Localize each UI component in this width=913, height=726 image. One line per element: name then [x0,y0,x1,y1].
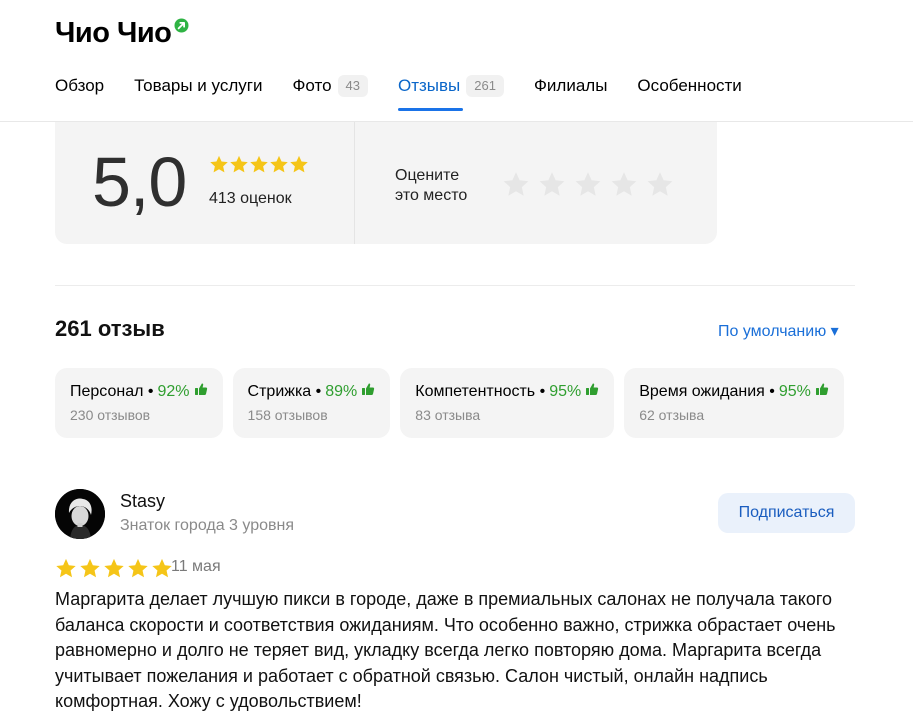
aspect-review-count: 230 отзывов [70,407,151,423]
star-empty-icon[interactable] [574,171,602,203]
rate-prompt: Оцените это место [395,166,467,206]
tab-features[interactable]: Особенности [637,72,741,100]
aspect-name: Время ожидания • [639,382,775,400]
tab-label: Филиалы [533,76,608,95]
star-empty-icon[interactable] [610,171,638,203]
aspect-chip-competence[interactable]: Компетентность • 95% 83 отзыва [400,368,615,438]
aspect-name: Персонал • [70,382,154,400]
ratings-count: 413 оценок [209,190,292,207]
star-filled-icon [209,155,229,179]
place-title: Чио Чио [55,17,172,49]
section-divider [55,285,855,286]
aspect-percent: 95% [549,382,582,400]
star-filled-icon [151,558,173,584]
place-header: Чио Чио Обзор Товары и услуги Фото 43 От… [0,0,913,122]
tab-overview[interactable]: Обзор [55,72,104,100]
rating-summary: 5,0 413 оценок [55,122,355,244]
reviews-count-title: 261 отзыв [55,316,165,341]
star-filled-icon [79,558,101,584]
tab-branches[interactable]: Филиалы [534,72,607,100]
tab-label: Фото [292,76,332,95]
tab-label: Обзор [55,76,105,95]
tab-reviews[interactable]: Отзывы 261 [398,72,504,111]
star-empty-icon[interactable] [646,171,674,203]
aspect-filters: Персонал • 92% 230 отзывов Стрижка • 89%… [55,368,854,438]
review-author-level: Знаток города 3 уровня [120,517,295,534]
review-text: Маргарита делает лучшую пикси в городе, … [55,589,836,711]
star-empty-icon[interactable] [538,171,566,203]
avatar[interactable] [55,489,105,539]
tab-label: Особенности [637,76,742,95]
aspect-percent: 92% [157,382,190,400]
aspect-name: Компетентность • [415,382,546,400]
thumbs-up-icon [361,382,375,401]
tab-photos[interactable]: Фото 43 [292,72,368,100]
rate-prompt-line: Оцените [395,167,460,184]
aspect-name: Стрижка • [247,382,322,400]
average-rating: 5,0 [92,143,187,221]
aspect-header: Время ожидания • 95% [639,382,829,401]
tab-count-badge: 43 [337,75,368,97]
star-filled-icon [289,155,309,179]
star-empty-icon[interactable] [502,171,530,203]
tab-bar: Обзор Товары и услуги Фото 43 Отзывы 261… [55,72,772,111]
thumbs-up-icon [194,382,208,401]
star-filled-icon [249,155,269,179]
star-filled-icon [55,558,77,584]
thumbs-up-icon [815,382,829,401]
aspect-percent: 95% [778,382,811,400]
aspect-chip-haircut[interactable]: Стрижка • 89% 158 отзывов [232,368,391,438]
tab-label: Отзывы [398,76,461,95]
aspect-review-count: 62 отзыва [639,407,705,423]
rate-prompt-line: это место [395,187,468,204]
star-filled-icon [269,155,289,179]
rate-stars-input [502,171,682,203]
rating-stars [209,155,309,179]
star-filled-icon [127,558,149,584]
tab-count-badge: 261 [466,75,504,97]
star-filled-icon [229,155,249,179]
tab-goods-services[interactable]: Товары и услуги [134,72,262,100]
aspect-header: Компетентность • 95% [415,382,599,401]
star-filled-icon [103,558,125,584]
aspect-chip-staff[interactable]: Персонал • 92% 230 отзывов [55,368,223,438]
sort-dropdown[interactable]: По умолчанию ▾ [718,321,839,341]
aspect-review-count: 158 отзывов [247,407,328,423]
tab-label: Товары и услуги [134,76,263,95]
aspect-header: Стрижка • 89% [248,382,376,401]
thumbs-up-icon [585,382,599,401]
rating-card: 5,0 413 оценок Оцените это место [55,122,717,244]
aspect-chip-waiting-time[interactable]: Время ожидания • 95% 62 отзыва [624,368,844,438]
subscribe-button[interactable]: Подписаться [718,493,855,533]
aspect-percent: 89% [325,382,358,400]
aspect-header: Персонал • 92% [70,382,208,401]
review-author-name[interactable]: Stasy [120,491,165,512]
verified-arrow-icon [174,18,189,33]
title-row: Чио Чио [55,14,189,52]
review-date: 11 мая [171,558,221,575]
aspect-review-count: 83 отзыва [415,407,481,423]
review-stars [55,558,175,584]
